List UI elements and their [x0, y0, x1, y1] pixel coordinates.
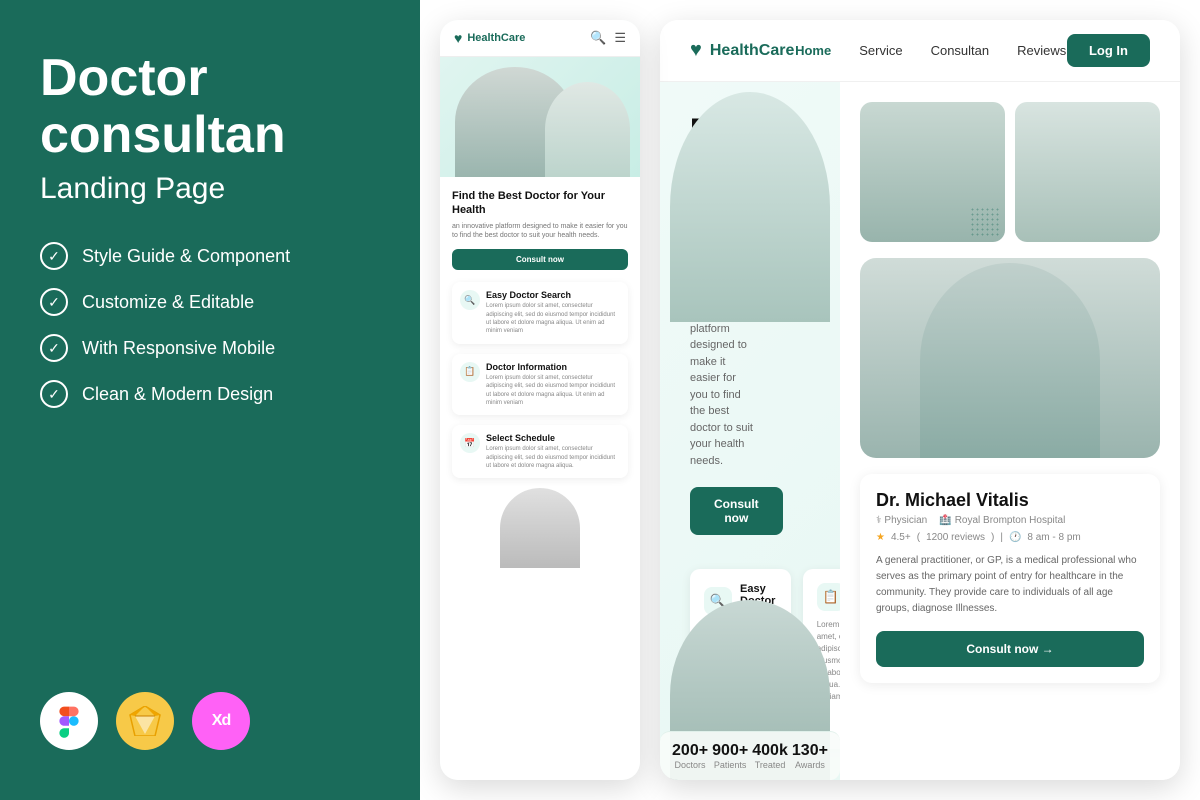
main-title: Doctor consultan	[40, 50, 380, 164]
stat-treated: 400k Treated	[752, 742, 788, 770]
feature-item-1: ✓ Style Guide & Component	[40, 242, 380, 270]
clock-icon: 🕐	[1009, 532, 1021, 543]
feature-label-4: Clean & Modern Design	[82, 384, 273, 405]
doctor-hours: 8 am - 8 pm	[1027, 532, 1080, 543]
mobile-feature-desc-2: Lorem ipsum dolor sit amet, consectetur …	[486, 374, 620, 408]
check-icon-3: ✓	[40, 334, 68, 362]
mobile-feature-desc-3: Lorem ipsum dolor sit amet, consectetur …	[486, 445, 620, 470]
mobile-nav-icons: 🔍 ☰	[590, 30, 626, 46]
stat-doctors: 200+ Doctors	[672, 742, 708, 770]
mobile-mockup: ♥ HealthCare 🔍 ☰ Find the Best Doctor fo…	[440, 20, 640, 780]
doctor-hospital: 🏥 Royal Brompton Hospital	[939, 515, 1065, 526]
stat-number-patients: 900+	[712, 742, 748, 760]
right-doctor-panel: Dr. Michael Vitalis ⚕ Physician 🏥 Royal …	[840, 82, 1180, 780]
heart-icon: ♥	[454, 30, 462, 46]
check-icon-4: ✓	[40, 380, 68, 408]
stat-number-awards: 130+	[792, 742, 828, 760]
stat-awards: 130+ Awards	[792, 742, 828, 770]
consult-button[interactable]: Consult now →	[876, 631, 1144, 667]
stat-number-treated: 400k	[752, 742, 788, 760]
doctor-center-image	[860, 258, 1160, 458]
stats-row: 200+ Doctors 900+ Patients 400k Treated …	[660, 731, 840, 780]
stat-label-patients: Patients	[712, 760, 748, 770]
mobile-feature-title-1: Easy Doctor Search	[486, 290, 620, 300]
mobile-feature-title-3: Select Schedule	[486, 433, 620, 443]
mobile-logo: ♥ HealthCare	[454, 30, 525, 46]
mobile-header: ♥ HealthCare 🔍 ☰	[440, 20, 640, 57]
feature-item-2: ✓ Customize & Editable	[40, 288, 380, 316]
search-icon[interactable]: 🔍	[590, 30, 606, 46]
doctor-image-right	[1015, 102, 1160, 242]
desktop-body: Find Doctors Near You Easily an Innovati…	[660, 82, 1180, 780]
info-feature-icon: 📋	[460, 362, 480, 382]
nav-consultan[interactable]: Consultan	[931, 43, 990, 58]
desktop-logo: ♥ HealthCare	[690, 39, 794, 62]
star-icon: ★	[876, 532, 885, 543]
tool-logos: Xd	[40, 692, 380, 750]
mobile-cta-button[interactable]: Consult now	[452, 249, 628, 270]
desktop-logo-text: HealthCare	[710, 42, 794, 60]
doctor-name: Dr. Michael Vitalis	[876, 490, 1144, 511]
nav-reviews[interactable]: Reviews	[1017, 43, 1066, 58]
doctor-info-card: Dr. Michael Vitalis ⚕ Physician 🏥 Royal …	[860, 474, 1160, 683]
mobile-logo-text: HealthCare	[467, 32, 525, 44]
features-list: ✓ Style Guide & Component ✓ Customize & …	[40, 242, 380, 408]
mobile-feature-item-1: 🔍 Easy Doctor Search Lorem ipsum dolor s…	[452, 282, 628, 344]
schedule-feature-icon: 📅	[460, 433, 480, 453]
doctor-description: A general practitioner, or GP, is a medi…	[876, 553, 1144, 617]
doctor-images-row	[860, 102, 1160, 242]
nav-service[interactable]: Service	[859, 43, 902, 58]
mobile-feature-item-2: 📋 Doctor Information Lorem ipsum dolor s…	[452, 354, 628, 416]
sketch-logo	[116, 692, 174, 750]
mobile-feature-title-2: Doctor Information	[486, 362, 620, 372]
stat-label-treated: Treated	[752, 760, 788, 770]
hospital-icon: 🏥	[939, 515, 951, 526]
reviews-count: (	[917, 532, 920, 543]
stat-label-awards: Awards	[792, 760, 828, 770]
hero-cta-button[interactable]: Consult now	[690, 487, 783, 535]
left-panel: Doctor consultan Landing Page ✓ Style Gu…	[0, 0, 420, 800]
rating-value: 4.5+	[891, 532, 911, 543]
mobile-content: Find the Best Doctor for Your Health an …	[440, 177, 640, 780]
doctor-meta: ⚕ Physician 🏥 Royal Brompton Hospital	[876, 515, 1144, 526]
feature-label-3: With Responsive Mobile	[82, 338, 275, 359]
xd-logo: Xd	[192, 692, 250, 750]
separator: |	[1000, 532, 1003, 543]
feature-label-2: Customize & Editable	[82, 292, 254, 313]
feature-item-3: ✓ With Responsive Mobile	[40, 334, 380, 362]
login-button[interactable]: Log In	[1067, 34, 1150, 67]
stat-label-doctors: Doctors	[672, 760, 708, 770]
specialty-icon: ⚕	[876, 515, 881, 526]
stat-number-doctors: 200+	[672, 742, 708, 760]
check-icon-1: ✓	[40, 242, 68, 270]
mobile-doctor-face	[500, 488, 580, 568]
desktop-nav: ♥ HealthCare Home Service Consultan Revi…	[660, 20, 1180, 82]
check-icon-2: ✓	[40, 288, 68, 316]
mobile-feature-item-3: 📅 Select Schedule Lorem ipsum dolor sit …	[452, 425, 628, 478]
search-feature-icon: 🔍	[460, 290, 480, 310]
nav-links: Home Service Consultan Reviews	[795, 42, 1066, 60]
desktop-mockup: ♥ HealthCare Home Service Consultan Revi…	[660, 20, 1180, 780]
doctor-rating: ★ 4.5+ (1200 reviews) | 🕐 8 am - 8 pm	[876, 532, 1144, 543]
doctor-specialty: ⚕ Physician	[876, 515, 927, 526]
mobile-hero-desc: an innovative platform designed to make …	[452, 222, 628, 242]
feature-item-4: ✓ Clean & Modern Design	[40, 380, 380, 408]
right-area: ♥ HealthCare 🔍 ☰ Find the Best Doctor fo…	[420, 0, 1200, 800]
heart-logo-icon: ♥	[690, 39, 702, 62]
stat-patients: 900+ Patients	[712, 742, 748, 770]
hero-section: Find Doctors Near You Easily an Innovati…	[660, 82, 840, 780]
nav-home[interactable]: Home	[795, 43, 831, 58]
figma-logo	[40, 692, 98, 750]
feature-label-1: Style Guide & Component	[82, 246, 290, 267]
hero-desc: an Innovative platform designed to make …	[690, 304, 756, 469]
menu-icon[interactable]: ☰	[614, 30, 626, 46]
mobile-feature-desc-1: Lorem ipsum dolor sit amet, consectetur …	[486, 302, 620, 336]
mobile-hero-heading: Find the Best Doctor for Your Health	[452, 189, 628, 218]
sub-title: Landing Page	[40, 172, 380, 206]
doctor-image-left	[860, 102, 1005, 242]
mobile-hero	[440, 57, 640, 177]
